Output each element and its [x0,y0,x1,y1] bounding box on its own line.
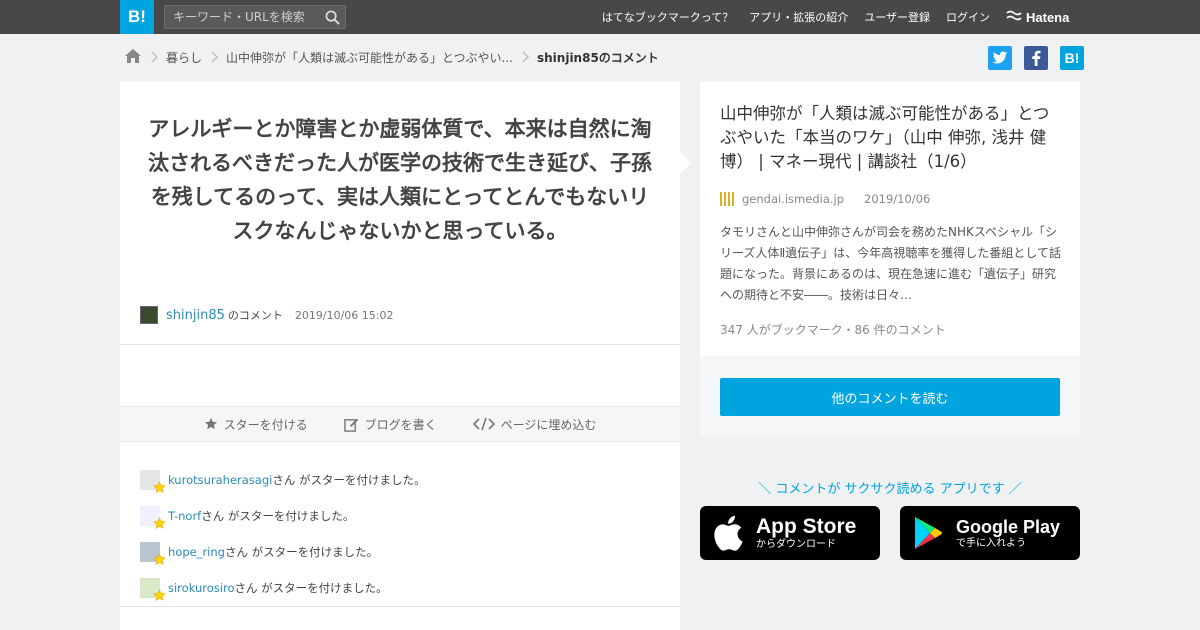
entry-domain-link[interactable]: gendai.ismedia.jp [742,192,844,206]
add-star-label: スターを付ける [223,417,308,432]
comment-user-link[interactable]: shinjin85 [166,308,225,323]
apple-icon [700,515,756,551]
star-list-item: kurotsuraherasagi さん がスターを付けました。 [140,462,426,498]
entry-summary: タモリさんと山中伸弥さんが司会を務めたNHKスペシャル「シリーズ人体Ⅱ遺伝子」は… [720,225,1061,302]
read-other-comments-button[interactable]: 他のコメントを読む [720,378,1060,416]
nav-apps[interactable]: アプリ・拡張の紹介 [749,9,848,25]
hatena-logo-icon [1006,10,1022,25]
star-icon [153,589,166,601]
entry-card: 山中伸弥が「人類は滅ぶ可能性がある」とつぶやいた「本当のワケ」（山中 伸弥, 浅… [700,82,1080,356]
star-user-avatar[interactable] [140,578,166,601]
home-icon[interactable] [124,48,142,67]
entry-card-footer: 他のコメントを読む [700,356,1080,436]
star-user-link[interactable]: kurotsuraherasagi [168,473,272,487]
edit-icon [343,418,358,432]
breadcrumb-category[interactable]: 暮らし [166,49,202,66]
star-user-avatar[interactable] [140,506,166,529]
code-icon [472,417,495,431]
add-star-button[interactable]: スターを付ける [204,416,308,433]
embed-label: ページに埋め込む [500,417,597,432]
embed-button[interactable]: ページに埋め込む [472,416,597,433]
star-icon [153,517,166,529]
star-user-link[interactable]: hope_ring [168,545,225,559]
app-store-text: App Store からダウンロード [756,516,856,550]
entry-date: 2019/10/06 [864,192,931,206]
facebook-share-button[interactable] [1024,46,1048,70]
top-nav: はてなブックマークって？ アプリ・拡張の紹介 ユーザー登録 ログイン [602,0,990,34]
search-input[interactable] [165,6,319,28]
star-icon [153,553,166,565]
star-user-link[interactable]: T-norf [168,509,201,523]
twitter-share-button[interactable] [988,46,1012,70]
nav-register[interactable]: ユーザー登録 [864,9,930,25]
google-play-sub: で手に入れよう [956,537,1026,549]
breadcrumb-current: shinjin85のコメント [536,50,659,65]
star-list-item: sirokurosiro さん がスターを付けました。 [140,570,426,606]
star-list-item: hope_ring さん がスターを付けました。 [140,534,426,570]
google-play-title: Google Play [956,516,1061,537]
hatena-brand-text: Hatena [1026,9,1070,25]
google-play-button[interactable]: Google Play で手に入れよう [900,506,1080,560]
star-suffix: さん がスターを付けました。 [272,473,426,487]
star-suffix: さん がスターを付けました。 [201,509,355,523]
star-suffix: さん がスターを付けました。 [224,545,379,559]
comment-date[interactable]: 2019/10/06 15:02 [295,309,394,322]
hatena-bookmark-share-button[interactable]: B! [1060,46,1084,70]
star-user-avatar[interactable] [140,470,166,493]
chevron-right-icon [521,51,529,63]
star-list-item: T-norf さん がスターを付けました。 [140,498,426,534]
divider [120,344,680,345]
comment-actions: スターを付ける ブログを書く ページに埋め込む [120,406,680,442]
star-suffix: さん がスターを付けました。 [234,581,388,595]
comment-meta: shinjin85 のコメント 2019/10/06 15:02 [140,306,393,324]
breadcrumb: 暮らし 山中伸弥が「人類は滅ぶ可能性がある」とつぶやい... shinjin85… [124,46,659,68]
breadcrumb-entry[interactable]: 山中伸弥が「人類は滅ぶ可能性がある」とつぶやい... [226,49,513,66]
site-favicon-icon [720,192,734,206]
user-avatar[interactable] [140,306,158,324]
write-blog-label: ブログを書く [364,417,437,432]
star-icon [204,417,217,430]
entry-bookmark-count[interactable]: 347 人がブックマーク・86 件のコメント [720,321,946,338]
google-play-icon [900,516,956,550]
chevron-right-icon [210,51,219,63]
entry-source: gendai.ismedia.jp 2019/10/06 [720,192,930,206]
comment-user-suffix: のコメント [227,309,283,322]
top-bar: B! はてなブックマークって？ アプリ・拡張の紹介 ユーザー登録 ログイン Ha… [0,0,1200,34]
chevron-right-icon [150,51,158,63]
app-store-title: App Store [756,515,857,538]
comment-card: アレルギーとか障害とか虚弱体質で、本来は自然に淘汰されるべきだった人が医学の技術… [120,82,680,630]
app-store-sub: からダウンロード [756,539,836,550]
star-user-link[interactable]: sirokurosiro [168,581,235,595]
search-icon[interactable] [319,6,345,28]
hatena-bookmark-logo[interactable]: B! [120,0,154,34]
app-promo-text: ＼ コメントが サクサク読める アプリです ／ [758,482,1022,497]
google-play-text: Google Play で手に入れよう [956,518,1060,549]
comment-text: アレルギーとか障害とか虚弱体質で、本来は自然に淘汰されるべきだった人が医学の技術… [148,117,652,243]
hatena-brand-link[interactable]: Hatena [1006,0,1069,34]
facebook-icon [1032,50,1041,66]
nav-login[interactable]: ログイン [946,9,990,25]
star-user-avatar[interactable] [140,542,166,565]
card-pointer [680,152,691,174]
app-store-button[interactable]: App Store からダウンロード [700,506,880,560]
nav-about[interactable]: はてなブックマークって？ [602,9,733,25]
entry-title-link[interactable]: 山中伸弥が「人類は滅ぶ可能性がある」とつぶやいた「本当のワケ」（山中 伸弥, 浅… [720,102,1062,174]
share-buttons: B! [988,46,1084,70]
star-list: kurotsuraherasagi さん がスターを付けました。 T-norf … [140,462,426,606]
divider [120,606,680,607]
twitter-icon [992,51,1008,64]
search-box[interactable] [164,5,346,29]
star-icon [153,481,166,493]
write-blog-button[interactable]: ブログを書く [343,416,437,433]
